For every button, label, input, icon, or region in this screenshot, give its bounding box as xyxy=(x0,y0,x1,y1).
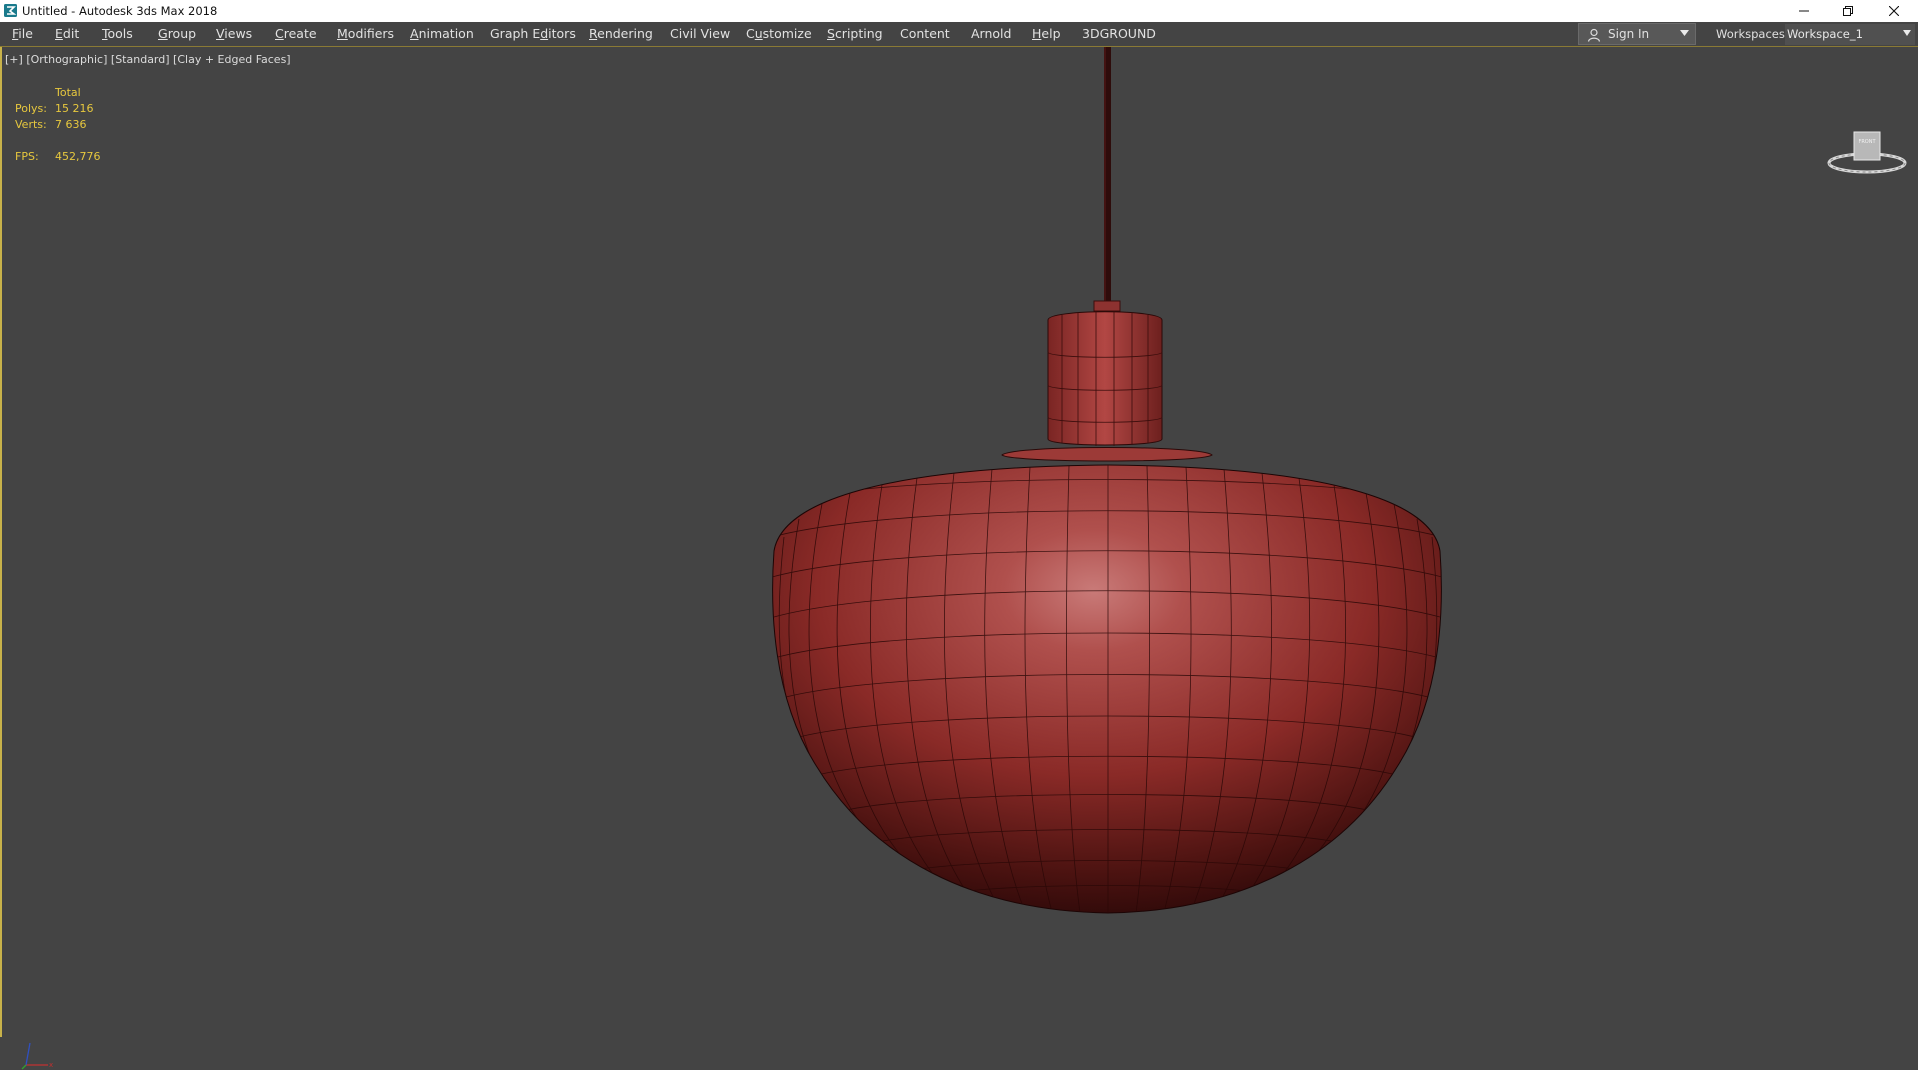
menu-content[interactable]: Content xyxy=(900,22,950,46)
menu-modifiers[interactable]: Modifiers xyxy=(337,22,394,46)
stats-verts-value: 7 636 xyxy=(55,118,87,131)
viewport-shading-standard[interactable]: [Standard] xyxy=(111,53,170,66)
stats-fps-label: FPS: xyxy=(15,150,39,163)
menu-customize[interactable]: Customize xyxy=(746,22,812,46)
stats-header: Total xyxy=(55,86,81,99)
window-title: Untitled - Autodesk 3ds Max 2018 xyxy=(22,4,218,18)
restore-button[interactable] xyxy=(1826,0,1870,22)
viewport-menu-plus[interactable]: [+] xyxy=(5,53,23,66)
menu-views[interactable]: Views xyxy=(216,22,252,46)
menu-graph-editors[interactable]: Graph Editors xyxy=(490,22,576,46)
stats-fps-value: 452,776 xyxy=(55,150,101,163)
stats-verts-label: Verts: xyxy=(15,118,47,131)
svg-text:x: x xyxy=(49,1061,53,1069)
workspaces-label: Workspaces: xyxy=(1716,27,1789,41)
stats-polys-value: 15 216 xyxy=(55,102,94,115)
menu-civil-view[interactable]: Civil View xyxy=(670,22,730,46)
menu-scripting[interactable]: Scripting xyxy=(827,22,883,46)
menu-edit[interactable]: Edit xyxy=(55,22,79,46)
close-icon xyxy=(1889,6,1899,16)
workspace-value: Workspace_1 xyxy=(1787,27,1863,41)
svg-text:FRONT: FRONT xyxy=(1858,139,1876,145)
workspace-select[interactable]: Workspace_1 xyxy=(1785,24,1915,45)
menu-rendering[interactable]: Rendering xyxy=(589,22,653,46)
viewcube-widget[interactable]: FRONT xyxy=(1822,127,1912,187)
sign-in-label: Sign In xyxy=(1608,27,1650,41)
menu-file[interactable]: File xyxy=(12,22,33,46)
chevron-down-icon xyxy=(1903,30,1911,36)
viewport-label: [+] [Orthographic] [Standard] [Clay + Ed… xyxy=(5,53,291,66)
menu-create[interactable]: Create xyxy=(275,22,317,46)
pendant-lamp-model[interactable] xyxy=(2,47,1918,1037)
stats-polys-label: Polys: xyxy=(15,102,47,115)
perspective-viewport[interactable]: FRONT x xyxy=(0,47,1918,1070)
viewcube-icon: FRONT xyxy=(1827,131,1907,174)
axis-tripod-icon: x xyxy=(21,1042,53,1070)
user-icon xyxy=(1587,28,1601,42)
menu-arnold[interactable]: Arnold xyxy=(971,22,1011,46)
viewport-shading-mode[interactable]: [Clay + Edged Faces] xyxy=(173,53,291,66)
menu-group[interactable]: Group xyxy=(158,22,196,46)
minimize-button[interactable] xyxy=(1782,0,1826,22)
menu-tools[interactable]: Tools xyxy=(102,22,133,46)
viewport-point-of-view[interactable]: [Orthographic] xyxy=(26,53,107,66)
menu-animation[interactable]: Animation xyxy=(410,22,474,46)
minimize-icon xyxy=(1799,10,1809,12)
restore-icon xyxy=(1843,6,1853,16)
chevron-down-icon xyxy=(1680,30,1689,36)
window-titlebar: Untitled - Autodesk 3ds Max 2018 xyxy=(0,0,1918,22)
menu-3dground[interactable]: 3DGROUND xyxy=(1082,22,1156,46)
menu-help[interactable]: Help xyxy=(1032,22,1061,46)
sign-in-dropdown[interactable]: Sign In xyxy=(1578,23,1696,45)
3ds-max-icon xyxy=(4,4,17,17)
close-button[interactable] xyxy=(1872,0,1916,22)
